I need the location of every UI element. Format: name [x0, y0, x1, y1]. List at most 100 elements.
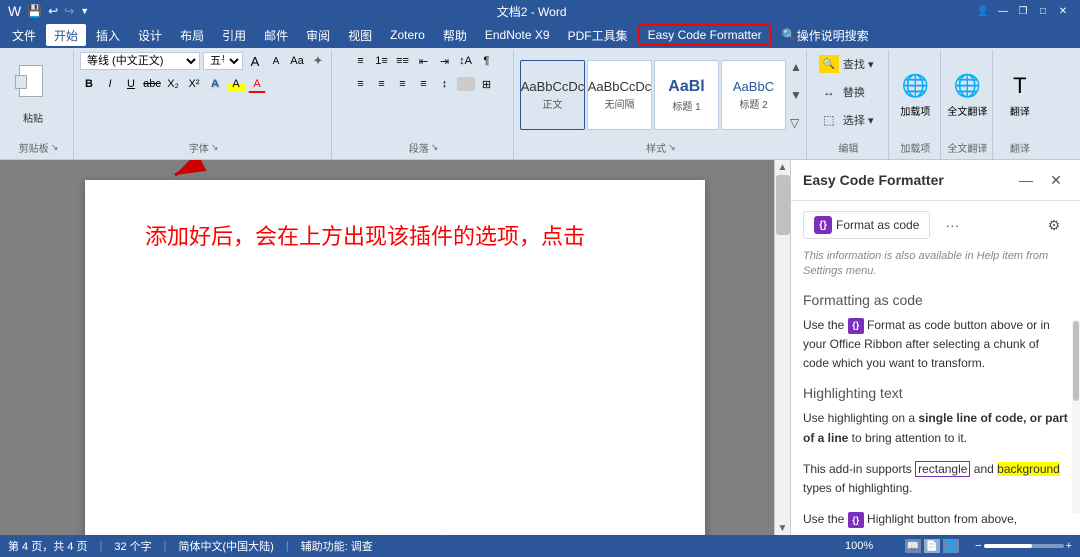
ribbon-group-paragraph: ≡ 1≡ ≡≡ ⇤ ⇥ ↕A ¶ ≡ ≡ ≡ ≡ ↕ ⊞ — [334, 50, 514, 159]
shading-btn[interactable] — [457, 77, 475, 91]
clipboard-expand[interactable]: ↘ — [51, 142, 59, 153]
panel-close-btn[interactable]: ✕ — [1044, 168, 1068, 192]
panel-title: Easy Code Formatter — [803, 172, 944, 188]
replace-btn[interactable]: ↔ 替换 — [813, 80, 871, 104]
settings-btn[interactable]: ⚙ — [1040, 211, 1068, 239]
menu-pdf[interactable]: PDF工具集 — [560, 24, 636, 46]
translate-icon[interactable]: 🌐 — [954, 73, 981, 99]
more-options-btn[interactable]: ··· — [938, 211, 966, 239]
menu-zotero[interactable]: Zotero — [382, 24, 433, 46]
scroll-thumb[interactable] — [776, 175, 790, 235]
edit-content: 🔍 查找 ▾ ↔ 替换 ⬚ 选择 ▾ — [813, 52, 884, 138]
zoom-track[interactable] — [984, 544, 1064, 548]
quick-save[interactable]: 💾 — [27, 4, 42, 18]
find-btn[interactable]: 🔍 查找 ▾ — [813, 52, 880, 76]
bold-btn[interactable]: B — [80, 75, 98, 93]
read-view-btn[interactable]: 📖 — [905, 539, 921, 553]
decrease-indent-btn[interactable]: ⇤ — [415, 52, 433, 70]
section3-text: This add-in supports rectangle and backg… — [803, 460, 1068, 498]
text-highlight-btn[interactable]: A — [227, 75, 245, 93]
panel-header: Easy Code Formatter — ✕ — [791, 160, 1080, 201]
menu-search[interactable]: 🔍 操作说明搜索 — [774, 24, 877, 46]
style-heading1[interactable]: AaBl 标题 1 — [654, 60, 719, 130]
font-shrink-btn[interactable]: A — [267, 52, 285, 70]
increase-indent-btn[interactable]: ⇥ — [436, 52, 454, 70]
menu-layout[interactable]: 布局 — [172, 24, 212, 46]
menu-references[interactable]: 引用 — [214, 24, 254, 46]
zoom-out-btn[interactable]: − — [975, 540, 981, 552]
menu-design[interactable]: 设计 — [130, 24, 170, 46]
align-right-btn[interactable]: ≡ — [394, 75, 412, 93]
clear-format-btn[interactable]: ✦ — [309, 52, 327, 70]
style-heading2[interactable]: AaBbC 标题 2 — [721, 60, 786, 130]
panel-minimize-btn[interactable]: — — [1014, 168, 1038, 192]
sort-btn[interactable]: ↕A — [457, 52, 475, 70]
select-btn[interactable]: ⬚ 选择 ▾ — [813, 108, 880, 132]
menu-review[interactable]: 审阅 — [298, 24, 338, 46]
scroll-up[interactable]: ▲ — [775, 160, 790, 174]
font-color-btn[interactable]: A — [248, 75, 266, 93]
menu-help[interactable]: 帮助 — [435, 24, 475, 46]
menu-mail[interactable]: 邮件 — [256, 24, 296, 46]
font-grow-btn[interactable]: A — [246, 52, 264, 70]
panel-scrollbar[interactable] — [1072, 320, 1080, 513]
menu-home[interactable]: 开始 — [46, 24, 86, 46]
format-as-code-btn[interactable]: {} Format as code — [803, 211, 930, 239]
styles-expand[interactable]: ↘ — [668, 142, 676, 153]
strikethrough-btn[interactable]: abc — [143, 75, 161, 93]
justify-btn[interactable]: ≡ — [415, 75, 433, 93]
superscript-btn[interactable]: X² — [185, 75, 203, 93]
subscript-btn[interactable]: X₂ — [164, 75, 182, 93]
menu-endnote[interactable]: EndNote X9 — [477, 24, 558, 46]
numbering-btn[interactable]: 1≡ — [373, 52, 391, 70]
print-view-btn[interactable]: 📄 — [924, 539, 940, 553]
paste-button[interactable]: 粘贴 — [8, 65, 58, 125]
quick-undo[interactable]: ↩ — [48, 4, 58, 18]
zoom-level[interactable]: 100% — [845, 540, 873, 552]
quick-customize[interactable]: ▼ — [80, 6, 89, 16]
section2-title: Highlighting text — [803, 385, 1068, 401]
align-center-btn[interactable]: ≡ — [373, 75, 391, 93]
style-nav: ▲ ▼ ▽ — [790, 60, 802, 130]
font-expand[interactable]: ↘ — [211, 142, 219, 153]
style-up[interactable]: ▲ — [790, 60, 802, 74]
menu-view[interactable]: 视图 — [340, 24, 380, 46]
borders-btn[interactable]: ⊞ — [478, 75, 496, 93]
multilevel-btn[interactable]: ≡≡ — [394, 52, 412, 70]
style-more[interactable]: ▽ — [790, 116, 802, 130]
menu-insert[interactable]: 插入 — [88, 24, 128, 46]
minimize-button[interactable]: — — [994, 3, 1012, 19]
quick-redo[interactable]: ↪ — [64, 4, 74, 18]
change-case-btn[interactable]: Aa — [288, 52, 306, 70]
restore-button[interactable]: ❐ — [1014, 3, 1032, 19]
style-normal[interactable]: AaBbCcDc 正文 — [520, 60, 585, 130]
bullets-btn[interactable]: ≡ — [352, 52, 370, 70]
style-no-spacing[interactable]: AaBbCcDc 无间隔 — [587, 60, 652, 130]
italic-btn[interactable]: I — [101, 75, 119, 93]
maximize-button[interactable]: □ — [1034, 3, 1052, 19]
addin-icon[interactable]: 🌐 — [902, 73, 929, 99]
font-size-select[interactable]: 五号 — [203, 52, 243, 70]
font-label: 字体 ↘ — [80, 138, 327, 157]
close-button[interactable]: ✕ — [1054, 3, 1072, 19]
ribbon-group-font: 等线 (中文正文) 五号 A A Aa ✦ B I U abc X₂ X² — [76, 50, 332, 159]
user-icon[interactable]: 👤 — [974, 3, 992, 19]
zoom-in-btn[interactable]: + — [1066, 540, 1072, 552]
font-name-select[interactable]: 等线 (中文正文) — [80, 52, 200, 70]
clipboard-label: 剪贴板 ↘ — [8, 138, 69, 157]
show-marks-btn[interactable]: ¶ — [478, 52, 496, 70]
document-scrollbar[interactable]: ▲ ▼ — [774, 160, 790, 535]
para-expand[interactable]: ↘ — [431, 142, 439, 153]
menu-easy-code[interactable]: Easy Code Formatter — [638, 24, 772, 46]
align-left-btn[interactable]: ≡ — [352, 75, 370, 93]
underline-btn[interactable]: U — [122, 75, 140, 93]
style-down[interactable]: ▼ — [790, 88, 802, 102]
document-page[interactable]: 添加好后，会在上方出现该插件的选项，点击 公众号: 通向小白菜 — [85, 180, 705, 535]
panel-scroll-thumb[interactable] — [1073, 321, 1079, 401]
web-view-btn[interactable]: 🌐 — [943, 539, 959, 553]
translate2-icon[interactable]: T — [1013, 73, 1026, 99]
menu-file[interactable]: 文件 — [4, 24, 44, 46]
scroll-down[interactable]: ▼ — [775, 521, 790, 535]
text-effect-btn[interactable]: A — [206, 75, 224, 93]
line-spacing-btn[interactable]: ↕ — [436, 75, 454, 93]
